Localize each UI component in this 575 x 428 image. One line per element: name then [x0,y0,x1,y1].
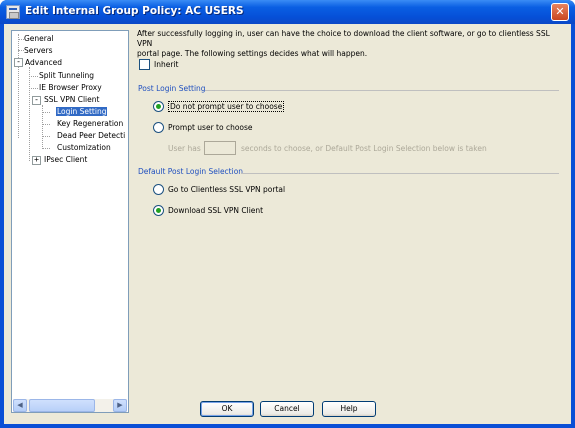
download-client-radio[interactable] [153,205,164,216]
scroll-right-icon[interactable]: ▶ [113,399,127,412]
ok-button[interactable]: OK [200,401,254,417]
cancel-button[interactable]: Cancel [260,401,314,417]
tree-item-login-setting[interactable]: Login Setting [56,106,108,118]
tree-item-label: Key Regeneration [57,119,124,128]
tree-item-customization[interactable]: Customization [57,142,111,154]
dialog-body: General Servers - Advanced Split Tunneli… [4,24,571,424]
tree-item-label: IPsec Client [44,155,88,164]
close-button[interactable]: ✕ [551,3,569,21]
clientless-portal-radio[interactable] [153,184,164,195]
tree-line [42,124,50,125]
tree-item-label: Login Setting [56,107,108,116]
horizontal-scrollbar[interactable]: ◀ ▶ [13,399,127,412]
help-button[interactable]: Help [322,401,376,417]
description-line: After successfully logging in, user can … [137,29,550,48]
seconds-description: seconds to choose, or Default Post Login… [241,144,487,153]
window-title: Edit Internal Group Policy: AC USERS [25,5,244,17]
tree-item-split-tunneling[interactable]: Split Tunneling [39,70,94,82]
tree-item-label: Split Tunneling [39,71,95,80]
window-icon [6,5,20,19]
tree-item-dead-peer-detection[interactable]: Dead Peer Detecti [57,130,125,142]
dialog-window: Edit Internal Group Policy: AC USERS ✕ G… [0,0,575,428]
tree-item-servers[interactable]: Servers [24,45,53,57]
clientless-portal-label[interactable]: Go to Clientless SSL VPN portal [168,184,285,195]
tree-item-label: Advanced [25,58,63,67]
tree-item-key-regeneration[interactable]: Key Regeneration [57,118,123,130]
do-not-prompt-radio[interactable] [153,101,164,112]
download-client-label[interactable]: Download SSL VPN Client [168,205,263,216]
collapse-icon[interactable]: - [14,58,23,67]
tree-item-ipsec-client[interactable]: IPsec Client [44,154,87,166]
description-text: After successfully logging in, user can … [137,29,562,59]
tree-line [29,76,38,77]
tree-item-general[interactable]: General [24,33,54,45]
do-not-prompt-text: Do not prompt user to choose [168,101,285,112]
inherit-label[interactable]: Inherit [154,59,178,70]
scrollbar-thumb[interactable] [29,399,95,412]
close-icon: ✕ [555,5,565,18]
prompt-user-radio[interactable] [153,122,164,133]
expand-icon[interactable]: + [32,156,41,165]
tree-item-label: Servers [24,46,53,55]
seconds-input[interactable] [204,141,236,155]
scroll-left-icon[interactable]: ◀ [13,399,27,412]
user-has-label: User has [168,144,201,153]
section-divider [205,90,559,91]
inherit-checkbox[interactable] [139,59,150,70]
tree-item-label: SSL VPN Client [44,95,100,104]
tree-item-advanced[interactable]: Advanced [25,57,62,69]
tree-item-ie-browser-proxy[interactable]: IE Browser Proxy [39,82,102,94]
tree-item-label: Customization [57,143,111,152]
prompt-user-label[interactable]: Prompt user to choose [168,122,253,133]
section-divider [241,173,559,174]
collapse-icon[interactable]: - [32,96,41,105]
description-line: portal page. The following settings deci… [137,49,368,58]
tree-item-label: General [24,34,54,43]
tree-line [29,88,38,89]
tree-line [42,148,50,149]
do-not-prompt-label[interactable]: Do not prompt user to choose [168,101,285,112]
tree-item-ssl-vpn-client[interactable]: SSL VPN Client [44,94,99,106]
tree-item-label: Dead Peer Detecti [57,131,126,140]
navigation-tree: General Servers - Advanced Split Tunneli… [11,30,129,413]
default-post-login-title: Default Post Login Selection [138,167,244,176]
settings-panel: After successfully logging in, user can … [137,29,565,389]
post-login-setting-title: Post Login Setting [138,84,206,93]
tree-line [42,112,50,113]
tree-line [29,67,30,161]
tree-item-label: IE Browser Proxy [39,83,102,92]
title-bar[interactable]: Edit Internal Group Policy: AC USERS ✕ [0,0,575,24]
tree-line [42,136,50,137]
